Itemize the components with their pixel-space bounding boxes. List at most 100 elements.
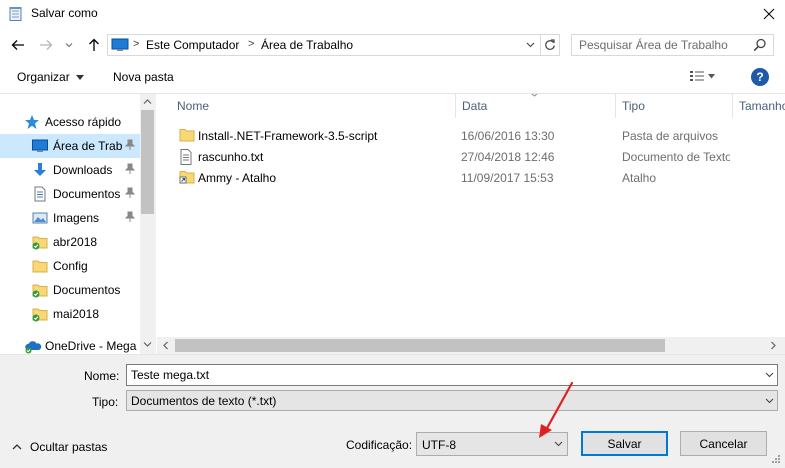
search-input[interactable] — [579, 38, 749, 52]
scroll-right-arrow-icon[interactable] — [771, 341, 776, 350]
table-row[interactable]: rascunho.txt 27/04/2018 12:46 Documento … — [157, 146, 777, 167]
hide-folders-button[interactable]: Ocultar pastas — [12, 440, 107, 454]
desktop-icon — [32, 138, 48, 154]
chevron-down-icon — [765, 372, 773, 378]
pin-icon[interactable] — [125, 211, 135, 223]
title-bar: Salvar como — [0, 0, 785, 28]
nav-item-abr2018[interactable]: abr2018 — [0, 230, 140, 254]
breadcrumb-este-computador[interactable]: Este Computador — [146, 38, 239, 52]
change-view-button[interactable] — [689, 69, 715, 83]
nav-item-documentos-sync[interactable]: Documentos — [0, 278, 140, 302]
synced-folder-icon — [32, 306, 48, 322]
window-title: Salvar como — [31, 6, 98, 20]
table-row[interactable]: Install-.NET-Framework-3.5-script 16/06/… — [157, 125, 777, 146]
file-name: rascunho.txt — [198, 150, 264, 164]
nav-scroll-thumb[interactable] — [141, 110, 154, 214]
pin-icon[interactable] — [125, 139, 135, 151]
close-button[interactable] — [752, 0, 785, 28]
address-dropdown-button[interactable] — [520, 35, 540, 55]
search-box[interactable] — [571, 34, 774, 56]
column-divider[interactable] — [455, 94, 456, 118]
nav-item-label: Documentos — [53, 283, 121, 297]
scroll-down-arrow-icon[interactable] — [143, 342, 152, 347]
image-icon — [32, 210, 48, 226]
column-header-tamanho[interactable]: Tamanho — [739, 99, 785, 113]
file-type-label: Tipo: — [92, 395, 119, 409]
file-type: Pasta de arquivos — [622, 129, 719, 143]
new-folder-button[interactable]: Nova pasta — [113, 70, 174, 84]
file-type-value: Documentos de texto (*.txt) — [131, 394, 277, 408]
nav-item-label: Documentos — [53, 187, 121, 201]
refresh-button[interactable] — [540, 35, 559, 55]
nav-item-config[interactable]: Config — [0, 254, 140, 278]
nav-item-label: Imagens — [53, 211, 100, 225]
horizontal-scroll-thumb[interactable] — [175, 339, 665, 352]
file-name: Install-.NET-Framework-3.5-script — [198, 129, 378, 143]
pin-icon[interactable] — [125, 163, 135, 175]
column-header-tipo[interactable]: Tipo — [622, 99, 645, 113]
up-button[interactable] — [84, 36, 104, 54]
file-date: 16/06/2016 13:30 — [461, 129, 555, 143]
nav-pane-scrollbar[interactable] — [140, 94, 155, 354]
close-icon — [763, 8, 774, 20]
nav-item-label: Config — [53, 259, 88, 273]
column-header-nome[interactable]: Nome — [177, 99, 209, 113]
breadcrumb-separator[interactable]: > — [248, 38, 254, 50]
file-name-dropdown-button[interactable] — [760, 366, 778, 384]
notepad-icon — [8, 6, 24, 22]
caret-down-icon — [75, 74, 84, 80]
file-type-dropdown-button[interactable] — [760, 392, 778, 410]
scroll-left-arrow-icon[interactable] — [163, 341, 168, 350]
star-icon — [24, 114, 40, 130]
address-bar[interactable]: > Este Computador > Área de Trabalho — [107, 34, 560, 56]
nav-item-mai2018[interactable]: mai2018 — [0, 302, 140, 326]
folder-icon — [179, 128, 195, 142]
nav-item-label: Área de Trabalho — [53, 139, 123, 153]
onedrive-icon — [24, 338, 42, 354]
search-icon[interactable] — [753, 38, 767, 52]
save-button[interactable]: Salvar — [581, 431, 668, 456]
table-row[interactable]: Ammy - Atalho 11/09/2017 15:53 Atalho — [157, 167, 777, 188]
arrow-right-icon — [40, 40, 53, 50]
arrow-left-icon — [11, 40, 24, 50]
navigation-pane[interactable]: Acesso rápido Área de Trabalho Downloads… — [0, 94, 156, 354]
resize-grip-icon[interactable] — [769, 452, 781, 464]
file-name-combobox[interactable] — [126, 364, 778, 386]
file-name-input[interactable] — [131, 368, 751, 382]
chevron-down-icon — [65, 43, 73, 48]
file-list[interactable]: Nome Data Tipo Tamanho Install-.NET-Fram… — [157, 94, 785, 337]
encoding-value: UTF-8 — [422, 438, 456, 452]
help-button[interactable]: ? — [751, 68, 769, 86]
nav-item-label: OneDrive - Mega — [45, 339, 137, 353]
nav-item-label: mai2018 — [53, 307, 100, 321]
column-divider[interactable] — [615, 94, 616, 118]
nav-item-downloads[interactable]: Downloads — [0, 158, 140, 182]
forward-button[interactable] — [36, 36, 56, 54]
chevron-down-icon — [765, 398, 773, 404]
nav-item-onedrive[interactable]: OneDrive - Mega — [0, 334, 140, 354]
nav-item-acesso-rapido[interactable]: Acesso rápido — [0, 110, 140, 134]
scroll-up-arrow-icon[interactable] — [143, 99, 152, 104]
file-date: 11/09/2017 15:53 — [461, 171, 554, 185]
cancel-button[interactable]: Cancelar — [680, 431, 767, 456]
file-type-select[interactable]: Documentos de texto (*.txt) — [126, 390, 778, 411]
chevron-up-icon — [12, 444, 22, 450]
nav-item-documentos[interactable]: Documentos — [0, 182, 140, 206]
nav-item-imagens[interactable]: Imagens — [0, 206, 140, 230]
nav-item-area-de-trabalho[interactable]: Área de Trabalho — [0, 134, 140, 158]
column-header-data[interactable]: Data — [462, 99, 487, 113]
breadcrumb-separator[interactable]: > — [133, 38, 139, 50]
breadcrumb-area-de-trabalho[interactable]: Área de Trabalho — [261, 38, 353, 52]
recent-locations-button[interactable] — [62, 36, 76, 54]
text-file-icon — [179, 149, 193, 165]
column-divider[interactable] — [732, 94, 733, 118]
organize-label: Organizar — [17, 70, 70, 84]
back-button[interactable] — [8, 36, 28, 54]
file-date: 27/04/2018 12:46 — [461, 150, 555, 164]
nav-item-label: abr2018 — [53, 235, 98, 249]
organize-button[interactable]: Organizar — [17, 70, 84, 84]
sort-indicator-icon — [530, 94, 539, 97]
file-list-horizontal-scrollbar[interactable] — [157, 337, 785, 354]
pin-icon[interactable] — [125, 187, 135, 199]
synced-folder-icon — [32, 282, 48, 298]
